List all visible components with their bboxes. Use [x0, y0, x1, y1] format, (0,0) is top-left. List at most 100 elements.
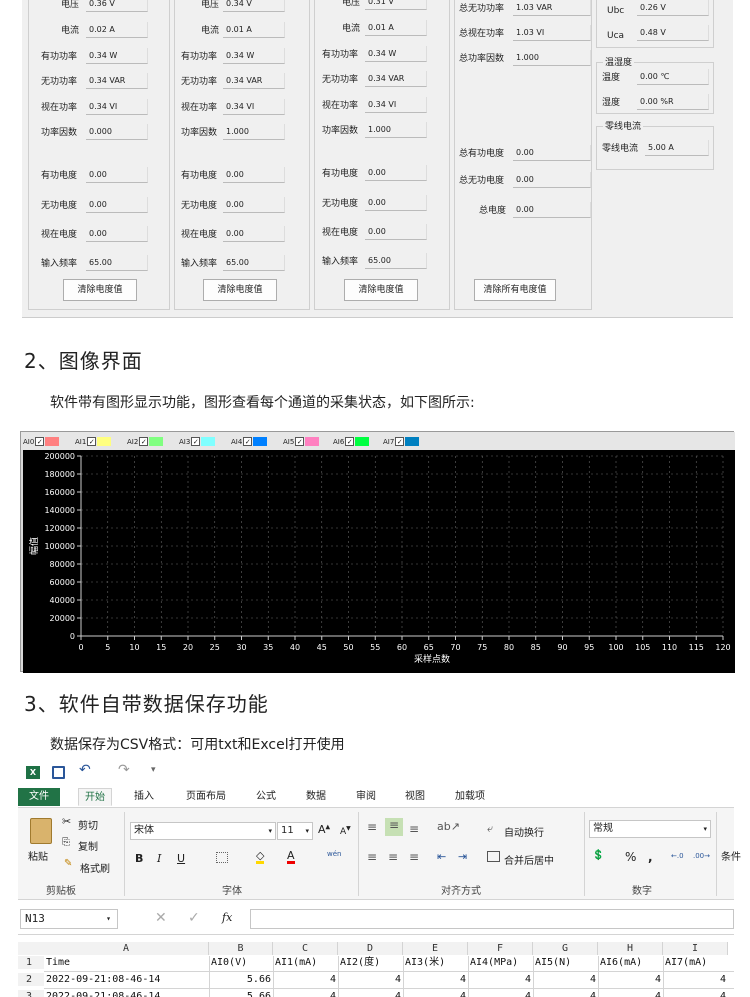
- tab-8[interactable]: 加载项: [455, 788, 485, 806]
- percent-button[interactable]: %: [625, 850, 636, 864]
- align-left-icon[interactable]: ≡: [367, 850, 377, 864]
- legend-checkbox[interactable]: ✓: [87, 437, 97, 446]
- cancel-icon[interactable]: ✕: [155, 910, 167, 926]
- comma-button[interactable]: ,: [648, 850, 653, 864]
- table-cell[interactable]: AI1(mA): [275, 956, 336, 969]
- tab-home[interactable]: 开始: [78, 788, 112, 806]
- column-header-d[interactable]: D: [338, 942, 403, 955]
- align-top-icon[interactable]: ≡: [367, 820, 377, 834]
- clear-all-energy-button[interactable]: 清除所有电度值: [474, 279, 556, 301]
- table-cell[interactable]: 4: [470, 973, 531, 986]
- paste-button[interactable]: 粘贴: [28, 848, 48, 863]
- font-name-dropdown[interactable]: 宋体 ▾: [130, 822, 276, 840]
- merge-center-button[interactable]: 合并后居中: [504, 852, 554, 867]
- table-cell[interactable]: 4: [470, 990, 531, 997]
- column-header-e[interactable]: E: [403, 942, 468, 955]
- increase-decimal-icon[interactable]: ←.0: [671, 852, 684, 860]
- table-cell[interactable]: AI0(V): [211, 956, 271, 969]
- table-cell[interactable]: Time: [46, 956, 207, 969]
- table-cell[interactable]: AI4(MPa): [470, 956, 531, 969]
- underline-button[interactable]: U: [177, 852, 185, 865]
- row-header[interactable]: 1: [18, 956, 44, 969]
- insert-function-icon[interactable]: fx: [222, 911, 232, 924]
- legend-item-ai4[interactable]: AI4 ✓: [231, 436, 268, 447]
- currency-icon[interactable]: 💲: [592, 850, 604, 861]
- conditional-format-button[interactable]: 条件: [721, 848, 741, 863]
- legend-checkbox[interactable]: ✓: [295, 437, 305, 446]
- table-cell[interactable]: 4: [405, 973, 466, 986]
- align-bottom-icon[interactable]: ≡: [409, 822, 419, 836]
- copy-icon[interactable]: ⎘: [62, 837, 70, 848]
- column-header-h[interactable]: H: [598, 942, 663, 955]
- column-header-c[interactable]: C: [273, 942, 338, 955]
- wrap-text-icon[interactable]: ⤶: [487, 822, 493, 836]
- table-cell[interactable]: AI3(米): [405, 956, 466, 969]
- formula-input[interactable]: [250, 909, 734, 929]
- legend-item-ai7[interactable]: AI7 ✓: [383, 436, 420, 447]
- table-cell[interactable]: 2022-09-21:08-46-14: [46, 990, 207, 997]
- ch2-clear-energy-button[interactable]: 清除电度值: [203, 279, 277, 301]
- undo-icon[interactable]: ↶: [79, 762, 91, 778]
- tab-6[interactable]: 审阅: [356, 788, 376, 806]
- shrink-font-icon[interactable]: A▼: [340, 825, 351, 837]
- phonetic-icon[interactable]: wén: [327, 850, 341, 858]
- grow-font-icon[interactable]: A▲: [318, 823, 330, 836]
- enter-icon[interactable]: ✓: [188, 910, 200, 926]
- legend-item-ai3[interactable]: AI3 ✓: [179, 436, 216, 447]
- tab-7[interactable]: 视图: [405, 788, 425, 806]
- tab-file[interactable]: 文件: [18, 788, 60, 806]
- select-all-corner[interactable]: [18, 942, 44, 955]
- row-header[interactable]: 2: [18, 973, 44, 986]
- legend-item-ai6[interactable]: AI6 ✓: [333, 436, 370, 447]
- legend-checkbox[interactable]: ✓: [243, 437, 253, 446]
- name-box[interactable]: N13 ▾: [20, 909, 118, 929]
- legend-checkbox[interactable]: ✓: [35, 437, 45, 446]
- table-cell[interactable]: 4: [275, 973, 336, 986]
- legend-checkbox[interactable]: ✓: [345, 437, 355, 446]
- legend-item-ai1[interactable]: AI1 ✓: [75, 436, 112, 447]
- decrease-decimal-icon[interactable]: .00→: [693, 852, 710, 860]
- fill-color-icon[interactable]: ◇: [256, 850, 265, 864]
- copy-button[interactable]: 复制: [78, 838, 98, 853]
- table-cell[interactable]: 4: [665, 973, 726, 986]
- table-cell[interactable]: AI6(mA): [600, 956, 661, 969]
- decrease-indent-icon[interactable]: ⇤: [437, 850, 446, 863]
- table-cell[interactable]: AI7(mA): [665, 956, 726, 969]
- redo-icon[interactable]: ↷: [118, 762, 130, 778]
- table-cell[interactable]: 5.66: [211, 973, 271, 986]
- row-header[interactable]: 3: [18, 990, 44, 997]
- align-center-icon[interactable]: ≡: [388, 850, 398, 864]
- legend-item-ai2[interactable]: AI2 ✓: [127, 436, 164, 447]
- table-cell[interactable]: 5.66: [211, 990, 271, 997]
- save-icon[interactable]: [52, 766, 65, 779]
- format-painter-icon[interactable]: ✎: [64, 858, 72, 869]
- table-cell[interactable]: AI5(N): [535, 956, 596, 969]
- tab-3[interactable]: 页面布局: [186, 788, 226, 806]
- table-cell[interactable]: 4: [340, 973, 401, 986]
- ch3-clear-energy-button[interactable]: 清除电度值: [344, 279, 418, 301]
- legend-checkbox[interactable]: ✓: [395, 437, 405, 446]
- tab-2[interactable]: 插入: [134, 788, 154, 806]
- column-header-a[interactable]: A: [44, 942, 209, 955]
- border-icon[interactable]: [216, 852, 228, 863]
- tab-5[interactable]: 数据: [306, 788, 326, 806]
- align-middle-icon[interactable]: ≡: [385, 818, 403, 836]
- table-cell[interactable]: 4: [535, 973, 596, 986]
- column-header-g[interactable]: G: [533, 942, 598, 955]
- column-header-i[interactable]: I: [663, 942, 728, 955]
- tab-4[interactable]: 公式: [256, 788, 276, 806]
- table-cell[interactable]: 4: [340, 990, 401, 997]
- table-cell[interactable]: 4: [535, 990, 596, 997]
- table-cell[interactable]: 4: [600, 990, 661, 997]
- number-format-dropdown[interactable]: 常规 ▾: [589, 820, 711, 838]
- cut-button[interactable]: 剪切: [78, 817, 98, 832]
- format-painter-button[interactable]: 格式刷: [80, 860, 110, 875]
- legend-checkbox[interactable]: ✓: [191, 437, 201, 446]
- merge-center-icon[interactable]: [487, 851, 500, 862]
- table-cell[interactable]: 2022-09-21:08-46-14: [46, 973, 207, 986]
- font-size-dropdown[interactable]: 11 ▾: [277, 822, 313, 840]
- increase-indent-icon[interactable]: ⇥: [458, 850, 467, 863]
- table-cell[interactable]: 4: [600, 973, 661, 986]
- wrap-text-button[interactable]: 自动换行: [504, 824, 544, 839]
- column-header-b[interactable]: B: [209, 942, 273, 955]
